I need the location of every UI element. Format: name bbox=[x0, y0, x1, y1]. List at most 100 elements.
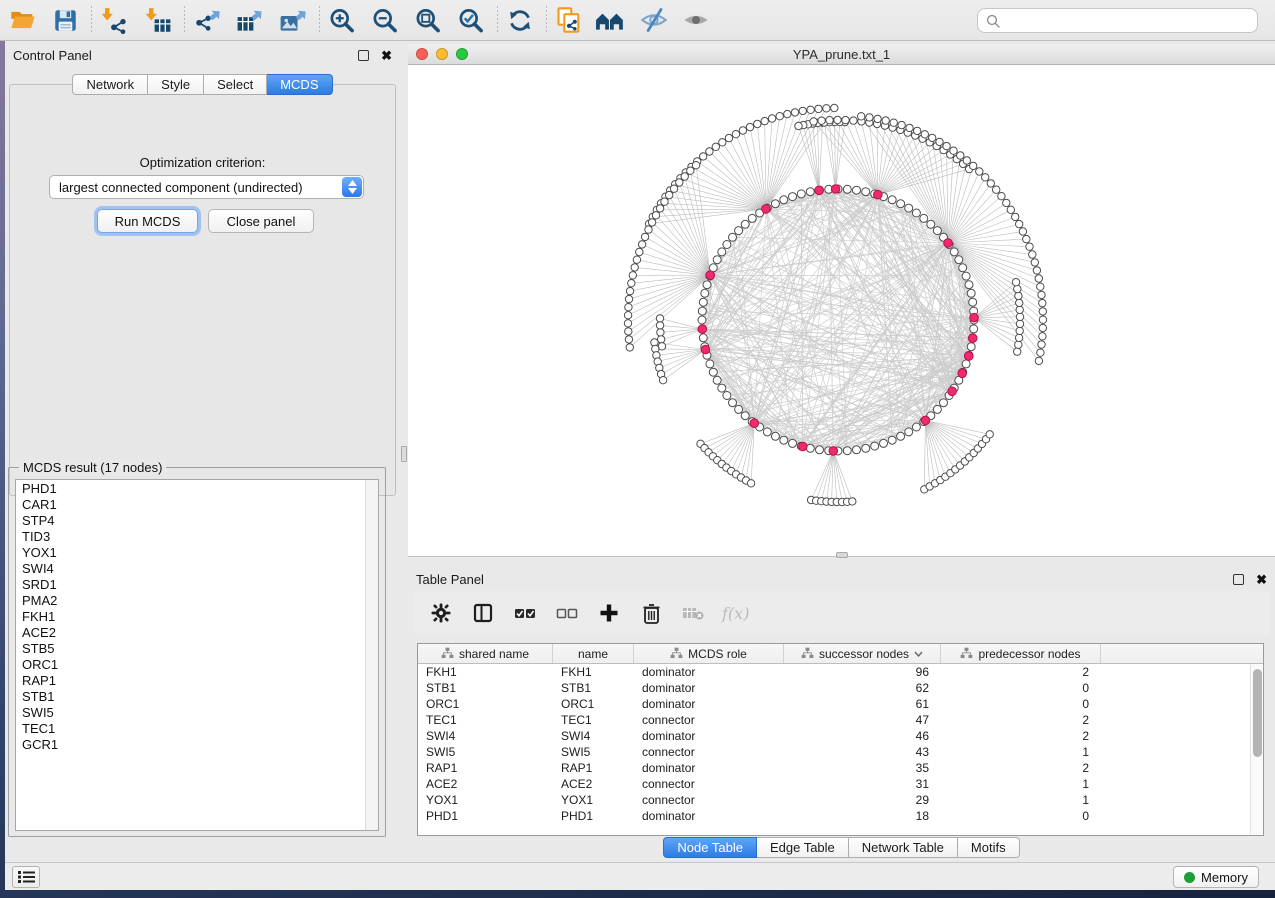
close-table-panel-icon[interactable]: ✖ bbox=[1256, 574, 1267, 585]
splitter-grip[interactable] bbox=[401, 446, 407, 462]
node-table[interactable]: shared namenameMCDS rolesuccessor nodesp… bbox=[417, 643, 1264, 836]
close-panel-button[interactable]: Close panel bbox=[208, 209, 314, 233]
network-graph bbox=[408, 65, 1275, 556]
mcds-node-item[interactable]: PMA2 bbox=[16, 593, 378, 609]
mcds-node-item[interactable]: SWI5 bbox=[16, 705, 378, 721]
tab-style[interactable]: Style bbox=[148, 74, 204, 95]
show-all-button[interactable] bbox=[679, 4, 713, 36]
table-settings-button[interactable] bbox=[428, 600, 454, 626]
main-toolbar bbox=[0, 0, 1275, 41]
table-scrollbar-thumb[interactable] bbox=[1253, 669, 1262, 757]
mcds-node-item[interactable]: FKH1 bbox=[16, 609, 378, 625]
column-header-predecessor-nodes[interactable]: predecessor nodes bbox=[941, 644, 1101, 663]
zoom-fit-button[interactable] bbox=[411, 4, 445, 36]
table-row[interactable]: YOX1YOX1connector291 bbox=[418, 792, 1263, 808]
search-field[interactable] bbox=[977, 8, 1258, 33]
memory-button[interactable]: Memory bbox=[1173, 866, 1259, 888]
table-row[interactable]: FKH1FKH1dominator962 bbox=[418, 664, 1263, 680]
mcds-node-item[interactable]: TEC1 bbox=[16, 721, 378, 737]
maximize-traffic-light[interactable] bbox=[456, 48, 468, 60]
column-namespace-icon bbox=[960, 647, 973, 660]
column-header-shared-name[interactable]: shared name bbox=[418, 644, 553, 663]
first-neighbors-button[interactable] bbox=[593, 4, 627, 36]
export-network-button[interactable] bbox=[190, 4, 224, 36]
mcds-result-list[interactable]: PHD1CAR1STP4TID3YOX1SWI4SRD1PMA2FKH1ACE2… bbox=[15, 479, 379, 831]
run-mcds-button[interactable]: Run MCDS bbox=[97, 209, 198, 233]
network-title: YPA_prune.txt_1 bbox=[468, 47, 1215, 62]
table-cell: YOX1 bbox=[553, 792, 634, 808]
new-network-from-selection-button[interactable] bbox=[552, 4, 586, 36]
network-titlebar[interactable]: YPA_prune.txt_1 bbox=[408, 44, 1275, 65]
mcds-node-item[interactable]: TID3 bbox=[16, 529, 378, 545]
mcds-node-item[interactable]: GCR1 bbox=[16, 737, 378, 753]
table-row[interactable]: SWI4SWI4dominator462 bbox=[418, 728, 1263, 744]
checked-boxes-icon bbox=[514, 605, 536, 621]
table-row[interactable]: ORC1ORC1dominator610 bbox=[418, 696, 1263, 712]
table-row[interactable]: ACE2ACE2connector311 bbox=[418, 776, 1263, 792]
deselect-all-button[interactable] bbox=[554, 600, 580, 626]
float-table-panel-icon[interactable] bbox=[1233, 574, 1244, 585]
network-bottom-splitter[interactable] bbox=[408, 556, 1275, 563]
mcds-node-item[interactable]: STB1 bbox=[16, 689, 378, 705]
close-panel-icon[interactable]: ✖ bbox=[381, 50, 392, 61]
import-table-button[interactable] bbox=[141, 4, 175, 36]
table-row[interactable]: SWI5SWI5connector431 bbox=[418, 744, 1263, 760]
table-tab-network-table[interactable]: Network Table bbox=[849, 837, 958, 858]
zoom-selected-icon bbox=[457, 7, 485, 34]
table-row[interactable]: STB1STB1dominator620 bbox=[418, 680, 1263, 696]
mcds-node-item[interactable]: SWI4 bbox=[16, 561, 378, 577]
mcds-node-item[interactable]: ACE2 bbox=[16, 625, 378, 641]
vertical-splitter[interactable] bbox=[400, 41, 408, 862]
zoom-out-button[interactable] bbox=[368, 4, 402, 36]
column-header-MCDS-role[interactable]: MCDS role bbox=[634, 644, 784, 663]
export-network-icon bbox=[193, 7, 221, 34]
table-tab-motifs[interactable]: Motifs bbox=[958, 837, 1020, 858]
table-row[interactable]: PHD1PHD1dominator180 bbox=[418, 808, 1263, 824]
import-network-button[interactable] bbox=[97, 4, 131, 36]
float-window-icon[interactable] bbox=[358, 50, 369, 61]
mcds-node-item[interactable]: SRD1 bbox=[16, 577, 378, 593]
close-traffic-light[interactable] bbox=[416, 48, 428, 60]
tab-mcds[interactable]: MCDS bbox=[267, 74, 332, 95]
minimize-traffic-light[interactable] bbox=[436, 48, 448, 60]
mcds-node-item[interactable]: ORC1 bbox=[16, 657, 378, 673]
zoom-out-icon bbox=[371, 7, 399, 34]
table-panel: Table Panel ✖ bbox=[408, 565, 1275, 862]
mcds-node-item[interactable]: YOX1 bbox=[16, 545, 378, 561]
add-entry-button[interactable] bbox=[596, 600, 622, 626]
mcds-node-item[interactable]: STB5 bbox=[16, 641, 378, 657]
network-canvas[interactable] bbox=[408, 65, 1275, 556]
select-all-button[interactable] bbox=[512, 600, 538, 626]
show-column-button[interactable] bbox=[470, 600, 496, 626]
table-cell: RAP1 bbox=[418, 760, 553, 776]
export-table-button[interactable] bbox=[233, 4, 267, 36]
mcds-node-item[interactable]: CAR1 bbox=[16, 497, 378, 513]
criterion-dropdown[interactable]: largest connected component (undirected) bbox=[49, 175, 364, 199]
export-image-button[interactable] bbox=[276, 4, 310, 36]
refresh-layout-button[interactable] bbox=[503, 4, 537, 36]
table-row[interactable]: RAP1RAP1dominator352 bbox=[418, 760, 1263, 776]
table-tab-node-table[interactable]: Node Table bbox=[663, 837, 757, 858]
table-tab-edge-table[interactable]: Edge Table bbox=[757, 837, 849, 858]
open-file-button[interactable] bbox=[6, 4, 40, 36]
mcds-node-item[interactable]: RAP1 bbox=[16, 673, 378, 689]
mcds-node-item[interactable]: PHD1 bbox=[16, 481, 378, 497]
task-history-button[interactable] bbox=[12, 866, 40, 888]
tab-network[interactable]: Network bbox=[72, 74, 148, 95]
tab-select[interactable]: Select bbox=[204, 74, 267, 95]
zoom-selected-button[interactable] bbox=[454, 4, 488, 36]
save-session-button[interactable] bbox=[48, 4, 82, 36]
search-input[interactable] bbox=[1006, 13, 1249, 28]
export-image-icon bbox=[279, 7, 307, 34]
hide-selected-button[interactable] bbox=[637, 4, 671, 36]
horizontal-splitter-grip[interactable] bbox=[836, 552, 848, 558]
optimization-criterion-label: Optimization criterion: bbox=[10, 155, 395, 170]
result-list-scrollbar[interactable] bbox=[365, 480, 378, 830]
table-scrollbar[interactable] bbox=[1250, 664, 1263, 835]
table-row[interactable]: TEC1TEC1connector472 bbox=[418, 712, 1263, 728]
mcds-node-item[interactable]: STP4 bbox=[16, 513, 378, 529]
zoom-in-button[interactable] bbox=[325, 4, 359, 36]
column-header-name[interactable]: name bbox=[553, 644, 634, 663]
column-header-successor-nodes[interactable]: successor nodes bbox=[784, 644, 941, 663]
delete-entry-button[interactable] bbox=[638, 600, 664, 626]
